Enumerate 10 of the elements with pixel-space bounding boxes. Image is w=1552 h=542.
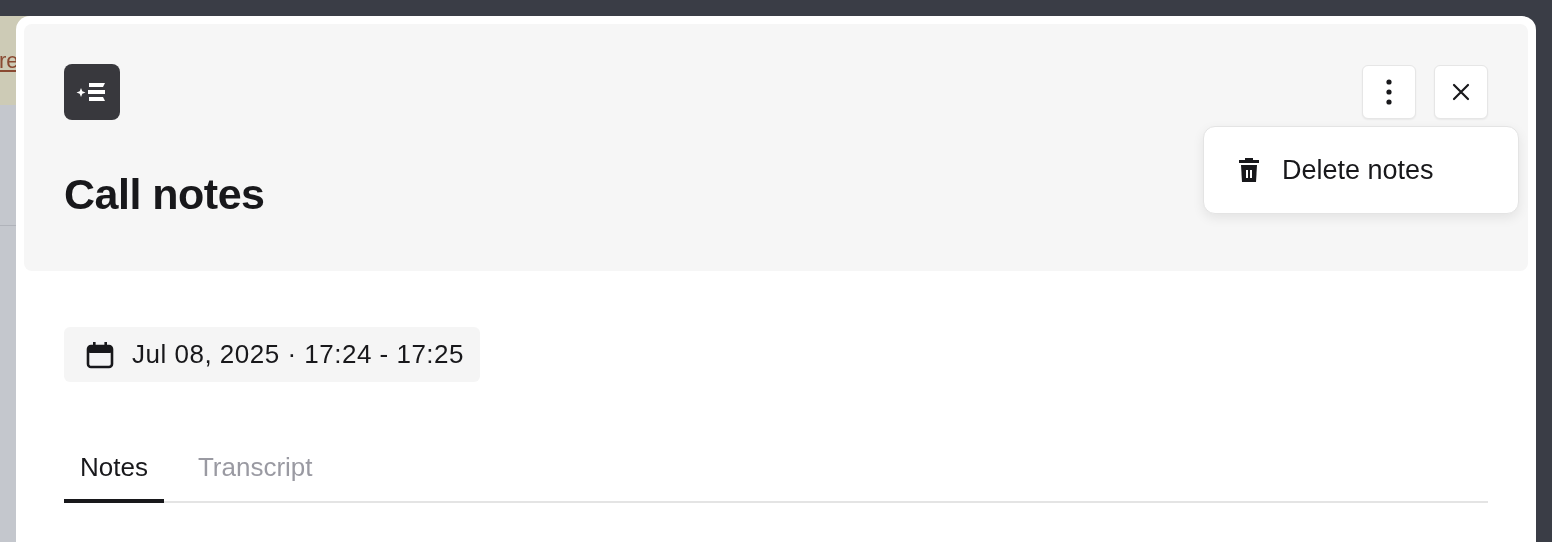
date-range-text: Jul 08, 2025 · 17:24 - 17:25: [132, 339, 464, 370]
calendar-icon: [86, 340, 114, 369]
more-icon: [1386, 79, 1392, 105]
tab[interactable]: Notes: [64, 438, 164, 503]
menu-item[interactable]: Delete notes: [1228, 148, 1444, 192]
more-button[interactable]: [1362, 65, 1416, 119]
close-icon: [1452, 83, 1470, 101]
trash-icon: [1238, 157, 1260, 183]
notes-logo-icon: [64, 64, 120, 120]
close-button[interactable]: [1434, 65, 1488, 119]
